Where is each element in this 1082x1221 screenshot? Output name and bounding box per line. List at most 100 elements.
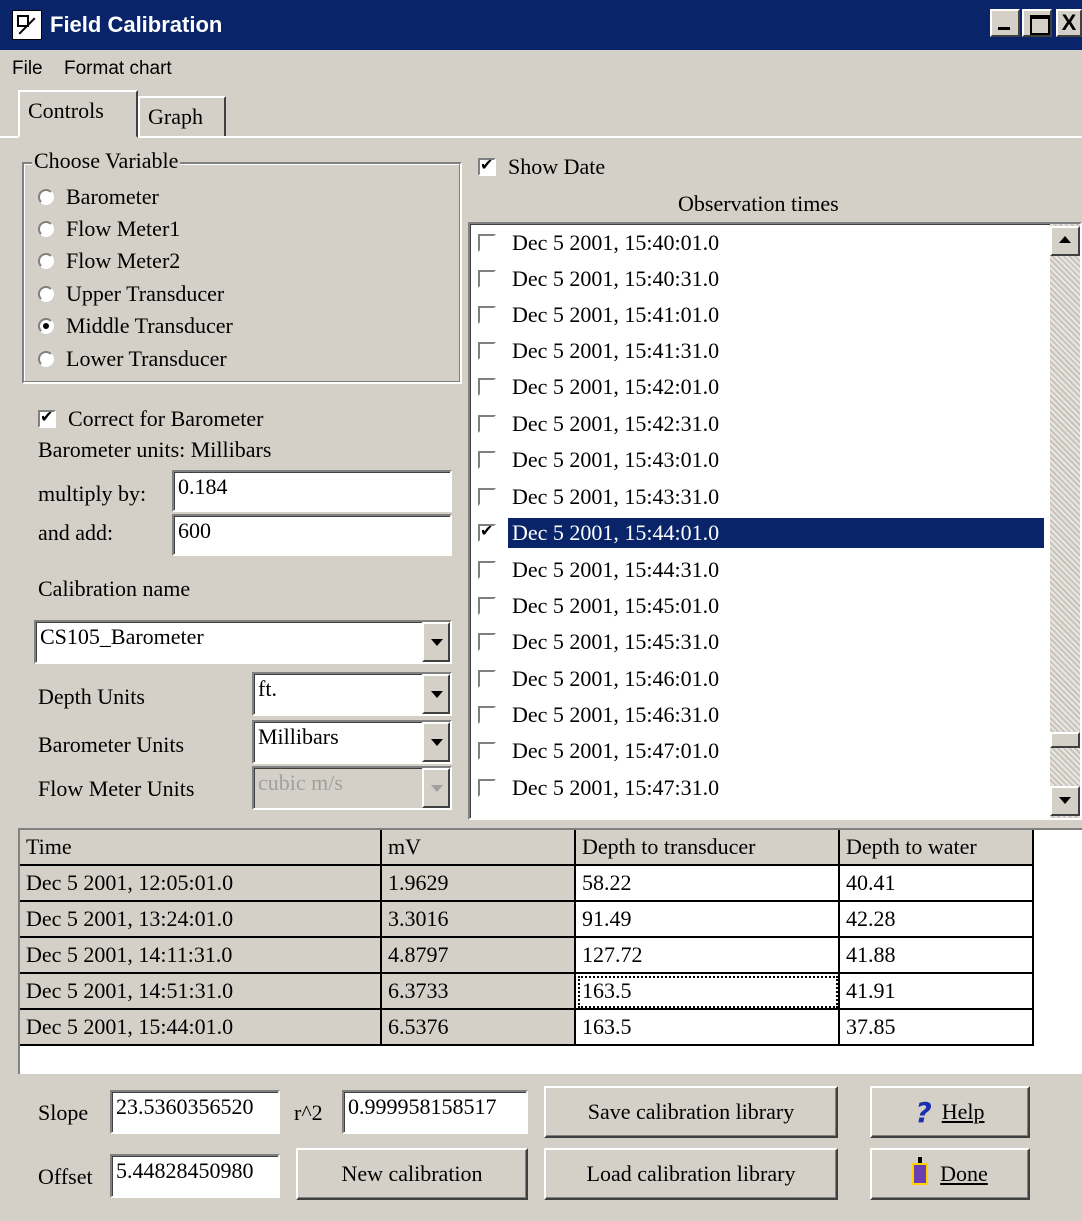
save-calibration-library-button[interactable]: Save calibration library [544,1086,838,1138]
radio-circle[interactable] [38,351,54,367]
observation-times-list[interactable]: Dec 5 2001, 15:40:01.0 Dec 5 2001, 15:40… [468,222,1082,820]
table-cell-depth-to-water[interactable]: 37.85 [840,1010,1034,1046]
scroll-up-button[interactable] [1050,226,1080,256]
list-item[interactable]: Dec 5 2001, 15:47:31.0 [478,771,723,805]
table-cell-depth-to-transducer[interactable]: 58.22 [576,866,840,902]
table-cell-mv[interactable]: 6.3733 [382,974,576,1010]
checkbox-box[interactable] [478,451,496,469]
table-cell-depth-to-transducer[interactable]: 127.72 [576,938,840,974]
list-item[interactable]: Dec 5 2001, 15:47:01.0 [478,734,723,768]
calibration-table[interactable]: Time mV Depth to transducer Depth to wat… [18,828,1082,1074]
checkbox-box[interactable] [478,378,496,396]
tab-controls[interactable]: Controls [18,90,138,138]
list-item-selected[interactable]: Dec 5 2001, 15:44:01.0 [478,516,1044,550]
checkbox-box[interactable] [478,670,496,688]
checkbox-box[interactable] [478,561,496,579]
menu-file[interactable]: File [12,58,43,80]
table-cell-time[interactable]: Dec 5 2001, 15:44:01.0 [20,1010,382,1046]
table-cell-depth-to-transducer[interactable]: 163.5 [576,1010,840,1046]
chevron-down-icon[interactable] [422,622,450,662]
checkbox-box[interactable] [478,597,496,615]
close-button[interactable]: X [1056,9,1082,37]
list-item[interactable]: Dec 5 2001, 15:41:31.0 [478,334,723,368]
menu-format-chart[interactable]: Format chart [64,58,172,80]
list-item[interactable]: Dec 5 2001, 15:46:31.0 [478,698,723,732]
table-cell-mv[interactable]: 6.5376 [382,1010,576,1046]
list-item[interactable]: Dec 5 2001, 15:40:31.0 [478,262,723,296]
table-cell-mv[interactable]: 3.3016 [382,902,576,938]
table-cell-time[interactable]: Dec 5 2001, 12:05:01.0 [20,866,382,902]
list-item[interactable]: Dec 5 2001, 15:41:01.0 [478,298,723,332]
barometer-units-dropdown[interactable]: Millibars [252,720,452,764]
title-bar[interactable]: Field Calibration X [0,0,1082,50]
chevron-down-icon[interactable] [422,674,450,714]
radio-flow-meter2[interactable]: Flow Meter2 [38,246,180,276]
radio-barometer[interactable]: Barometer [38,182,159,212]
checkbox-box[interactable] [478,633,496,651]
list-item[interactable]: Dec 5 2001, 15:42:31.0 [478,407,723,441]
list-item[interactable]: Dec 5 2001, 15:43:01.0 [478,443,723,477]
table-cell-time[interactable]: Dec 5 2001, 14:11:31.0 [20,938,382,974]
checkbox-box[interactable] [478,342,496,360]
column-header-depth-to-water[interactable]: Depth to water [840,830,1034,866]
new-calibration-button[interactable]: New calibration [296,1148,528,1200]
list-item[interactable]: Dec 5 2001, 15:43:31.0 [478,480,723,514]
list-item[interactable]: Dec 5 2001, 15:42:01.0 [478,370,723,404]
tab-graph[interactable]: Graph [138,96,226,138]
checkbox-box[interactable] [38,407,56,428]
chart-icon[interactable] [12,10,42,40]
scroll-thumb[interactable] [1050,732,1080,748]
done-button[interactable]: Done [870,1148,1030,1200]
vertical-scrollbar[interactable] [1050,224,1080,818]
load-calibration-library-button[interactable]: Load calibration library [544,1148,838,1200]
checkbox-box[interactable] [478,706,496,724]
r2-input[interactable]: 0.999958158517 [342,1090,528,1134]
slope-input[interactable]: 23.5360356520 [110,1090,280,1134]
table-cell-time[interactable]: Dec 5 2001, 13:24:01.0 [20,902,382,938]
column-header-depth-to-transducer[interactable]: Depth to transducer [576,830,840,866]
table-cell-depth-to-water[interactable]: 41.88 [840,938,1034,974]
table-cell-depth-to-water[interactable]: 40.41 [840,866,1034,902]
chevron-down-icon[interactable] [422,722,450,762]
radio-flow-meter1[interactable]: Flow Meter1 [38,214,180,244]
list-item[interactable]: Dec 5 2001, 15:45:01.0 [478,589,723,623]
table-cell-depth-to-water[interactable]: 42.28 [840,902,1034,938]
minimize-button[interactable] [990,9,1020,37]
table-cell-depth-to-transducer[interactable]: 91.49 [576,902,840,938]
list-item[interactable]: Dec 5 2001, 15:46:01.0 [478,662,723,696]
radio-circle[interactable] [38,189,54,205]
and-add-input[interactable]: 600 [172,514,452,556]
radio-circle[interactable] [38,286,54,302]
list-item[interactable]: Dec 5 2001, 15:40:01.0 [478,226,723,260]
table-cell-mv[interactable]: 1.9629 [382,866,576,902]
checkbox-box[interactable] [478,742,496,760]
correct-for-barometer-checkbox[interactable]: Correct for Barometer [38,406,263,432]
list-item[interactable]: Dec 5 2001, 15:45:31.0 [478,625,723,659]
table-cell-time[interactable]: Dec 5 2001, 14:51:31.0 [20,974,382,1010]
calibration-name-dropdown[interactable]: CS105_Barometer [34,620,452,664]
list-item[interactable]: Dec 5 2001, 15:44:31.0 [478,553,723,587]
radio-lower-transducer[interactable]: Lower Transducer [38,344,227,374]
checkbox-box[interactable] [478,306,496,324]
radio-middle-transducer[interactable]: Middle Transducer [38,311,233,341]
column-header-time[interactable]: Time [20,830,382,866]
scroll-down-button[interactable] [1050,786,1080,816]
checkbox-box[interactable] [478,488,496,506]
checkbox-box-checked[interactable] [478,521,496,542]
checkbox-box[interactable] [478,234,496,252]
radio-circle[interactable] [38,253,54,269]
radio-circle-selected[interactable] [38,318,54,334]
maximize-button[interactable] [1022,9,1052,37]
table-cell-depth-to-transducer-focused[interactable]: 163.5 [576,974,840,1010]
checkbox-box[interactable] [478,415,496,433]
radio-circle[interactable] [38,221,54,237]
checkbox-box[interactable] [478,779,496,797]
table-cell-mv[interactable]: 4.8797 [382,938,576,974]
checkbox-box[interactable] [478,270,496,288]
depth-units-dropdown[interactable]: ft. [252,672,452,716]
offset-input[interactable]: 5.44828450980 [110,1154,280,1198]
column-header-mv[interactable]: mV [382,830,576,866]
multiply-by-input[interactable]: 0.184 [172,470,452,512]
show-date-checkbox[interactable]: Show Date [478,154,605,180]
help-button[interactable]: ? Help [870,1086,1030,1138]
